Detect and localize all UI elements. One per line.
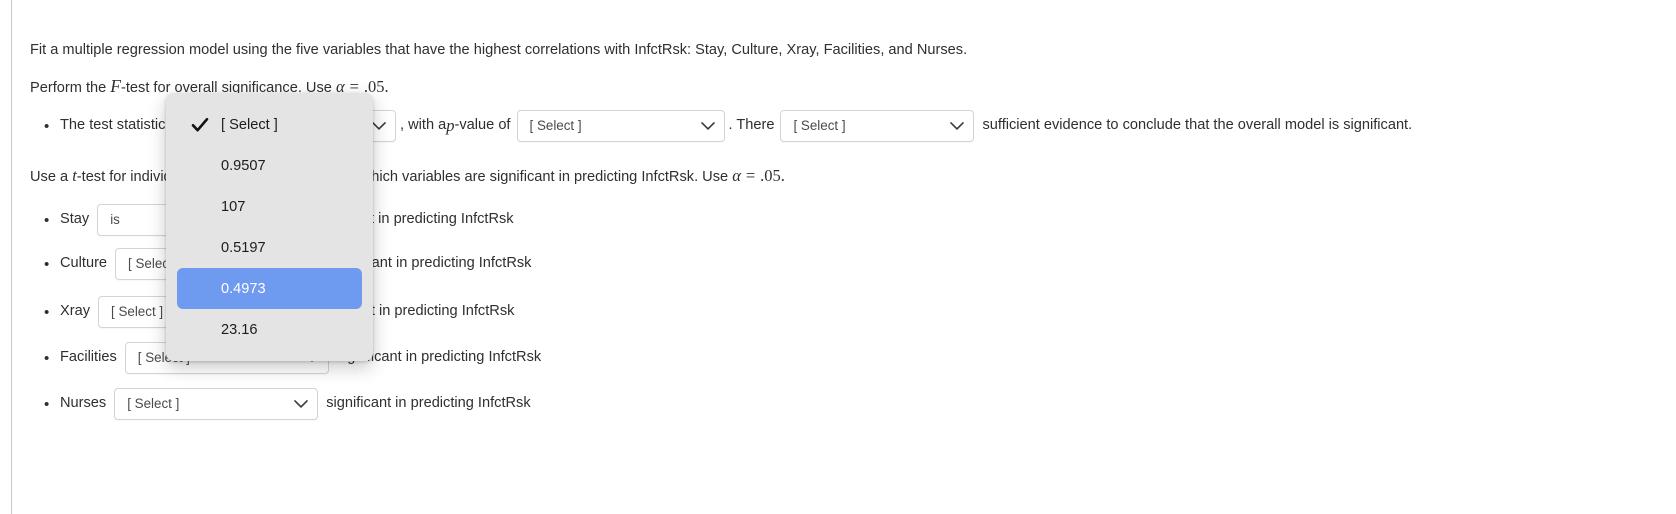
dropdown-option-107[interactable]: 107 <box>177 186 362 227</box>
variable-select-nurses[interactable]: [ Select ] <box>114 388 319 420</box>
chevron-down-icon <box>700 122 715 131</box>
f-test-row-label: The test statistic is <box>60 117 181 134</box>
equals-symbol-2: = <box>745 166 756 185</box>
chevron-down-icon <box>950 122 965 131</box>
alpha-symbol-2: α <box>732 166 741 185</box>
variable-tail-nurses: significant in predicting InfctRsk <box>326 395 531 412</box>
checkmark-icon <box>191 116 209 134</box>
p-value-symbol: p <box>446 116 455 136</box>
variable-label-culture: Culture <box>60 255 108 272</box>
variable-select-xray-value: [ Select ] <box>111 304 164 320</box>
p-value-select-value: [ Select ] <box>529 118 582 134</box>
dropdown-option-0-5197-label: 0.5197 <box>221 239 266 256</box>
conclusion-select[interactable]: [ Select ] <box>780 110 975 142</box>
chevron-down-icon <box>294 400 309 409</box>
bullet-dot-icon <box>44 257 60 272</box>
instruction-line-2-pre: Perform the <box>30 80 111 96</box>
variable-label-nurses: Nurses <box>60 395 107 412</box>
variable-label-xray: Xray <box>60 303 91 320</box>
dropdown-option-107-label: 107 <box>221 198 246 215</box>
p-value-select[interactable]: [ Select ] <box>516 110 725 142</box>
dropdown-option-0-9507[interactable]: 0.9507 <box>177 145 362 186</box>
chevron-down-icon <box>372 122 386 131</box>
instruction-line-3: Use a t-test for individual significance… <box>30 164 785 188</box>
f-test-mid-a: , with a <box>400 117 447 134</box>
instruction-line-3-pre: Use a <box>30 169 73 185</box>
bullet-dot-icon <box>44 397 60 412</box>
f-test-row-tail: sufficient evidence to conclude that the… <box>982 117 1413 134</box>
f-test-mid-b: -value of <box>454 117 511 134</box>
variable-label-facilities: Facilities <box>60 349 117 366</box>
bullet-dot-icon <box>44 213 60 228</box>
bullet-dot-icon <box>44 305 60 320</box>
instruction-line-1: Fit a multiple regression model using th… <box>30 40 967 61</box>
instruction-line-1-text: Fit a multiple regression model using th… <box>30 42 968 58</box>
dropdown-option-0-5197[interactable]: 0.5197 <box>177 227 362 268</box>
dropdown-option-0-9507-label: 0.9507 <box>221 157 266 174</box>
variable-select-stay-value: is <box>110 212 120 228</box>
bullet-dot-icon <box>44 351 60 366</box>
dropdown-option-23-16[interactable]: 23.16 <box>177 309 362 350</box>
page-root: Fit a multiple regression model using th… <box>0 0 1676 514</box>
test-statistic-dropdown-menu[interactable]: [ Select ] 0.9507 107 0.5197 0.4973 23.1… <box>166 93 373 361</box>
f-test-after-p-value: . There <box>728 117 775 134</box>
f-statistic-symbol: F <box>110 76 121 96</box>
dropdown-option-0-4973[interactable]: 0.4973 <box>177 268 362 309</box>
dropdown-option-23-16-label: 23.16 <box>221 321 258 338</box>
bullet-dot-icon <box>44 119 60 134</box>
dropdown-option-select[interactable]: [ Select ] <box>177 104 362 145</box>
conclusion-select-value: [ Select ] <box>793 118 846 134</box>
dropdown-option-select-label: [ Select ] <box>221 116 278 133</box>
variable-label-stay: Stay <box>60 211 90 228</box>
variable-row-nurses: Nurses [ Select ] significant in predict… <box>44 388 531 420</box>
dropdown-option-0-4973-label: 0.4973 <box>221 280 266 297</box>
alpha-value-2: .05. <box>760 166 785 185</box>
variable-select-nurses-value: [ Select ] <box>127 396 180 412</box>
content-left-rule <box>11 0 12 514</box>
